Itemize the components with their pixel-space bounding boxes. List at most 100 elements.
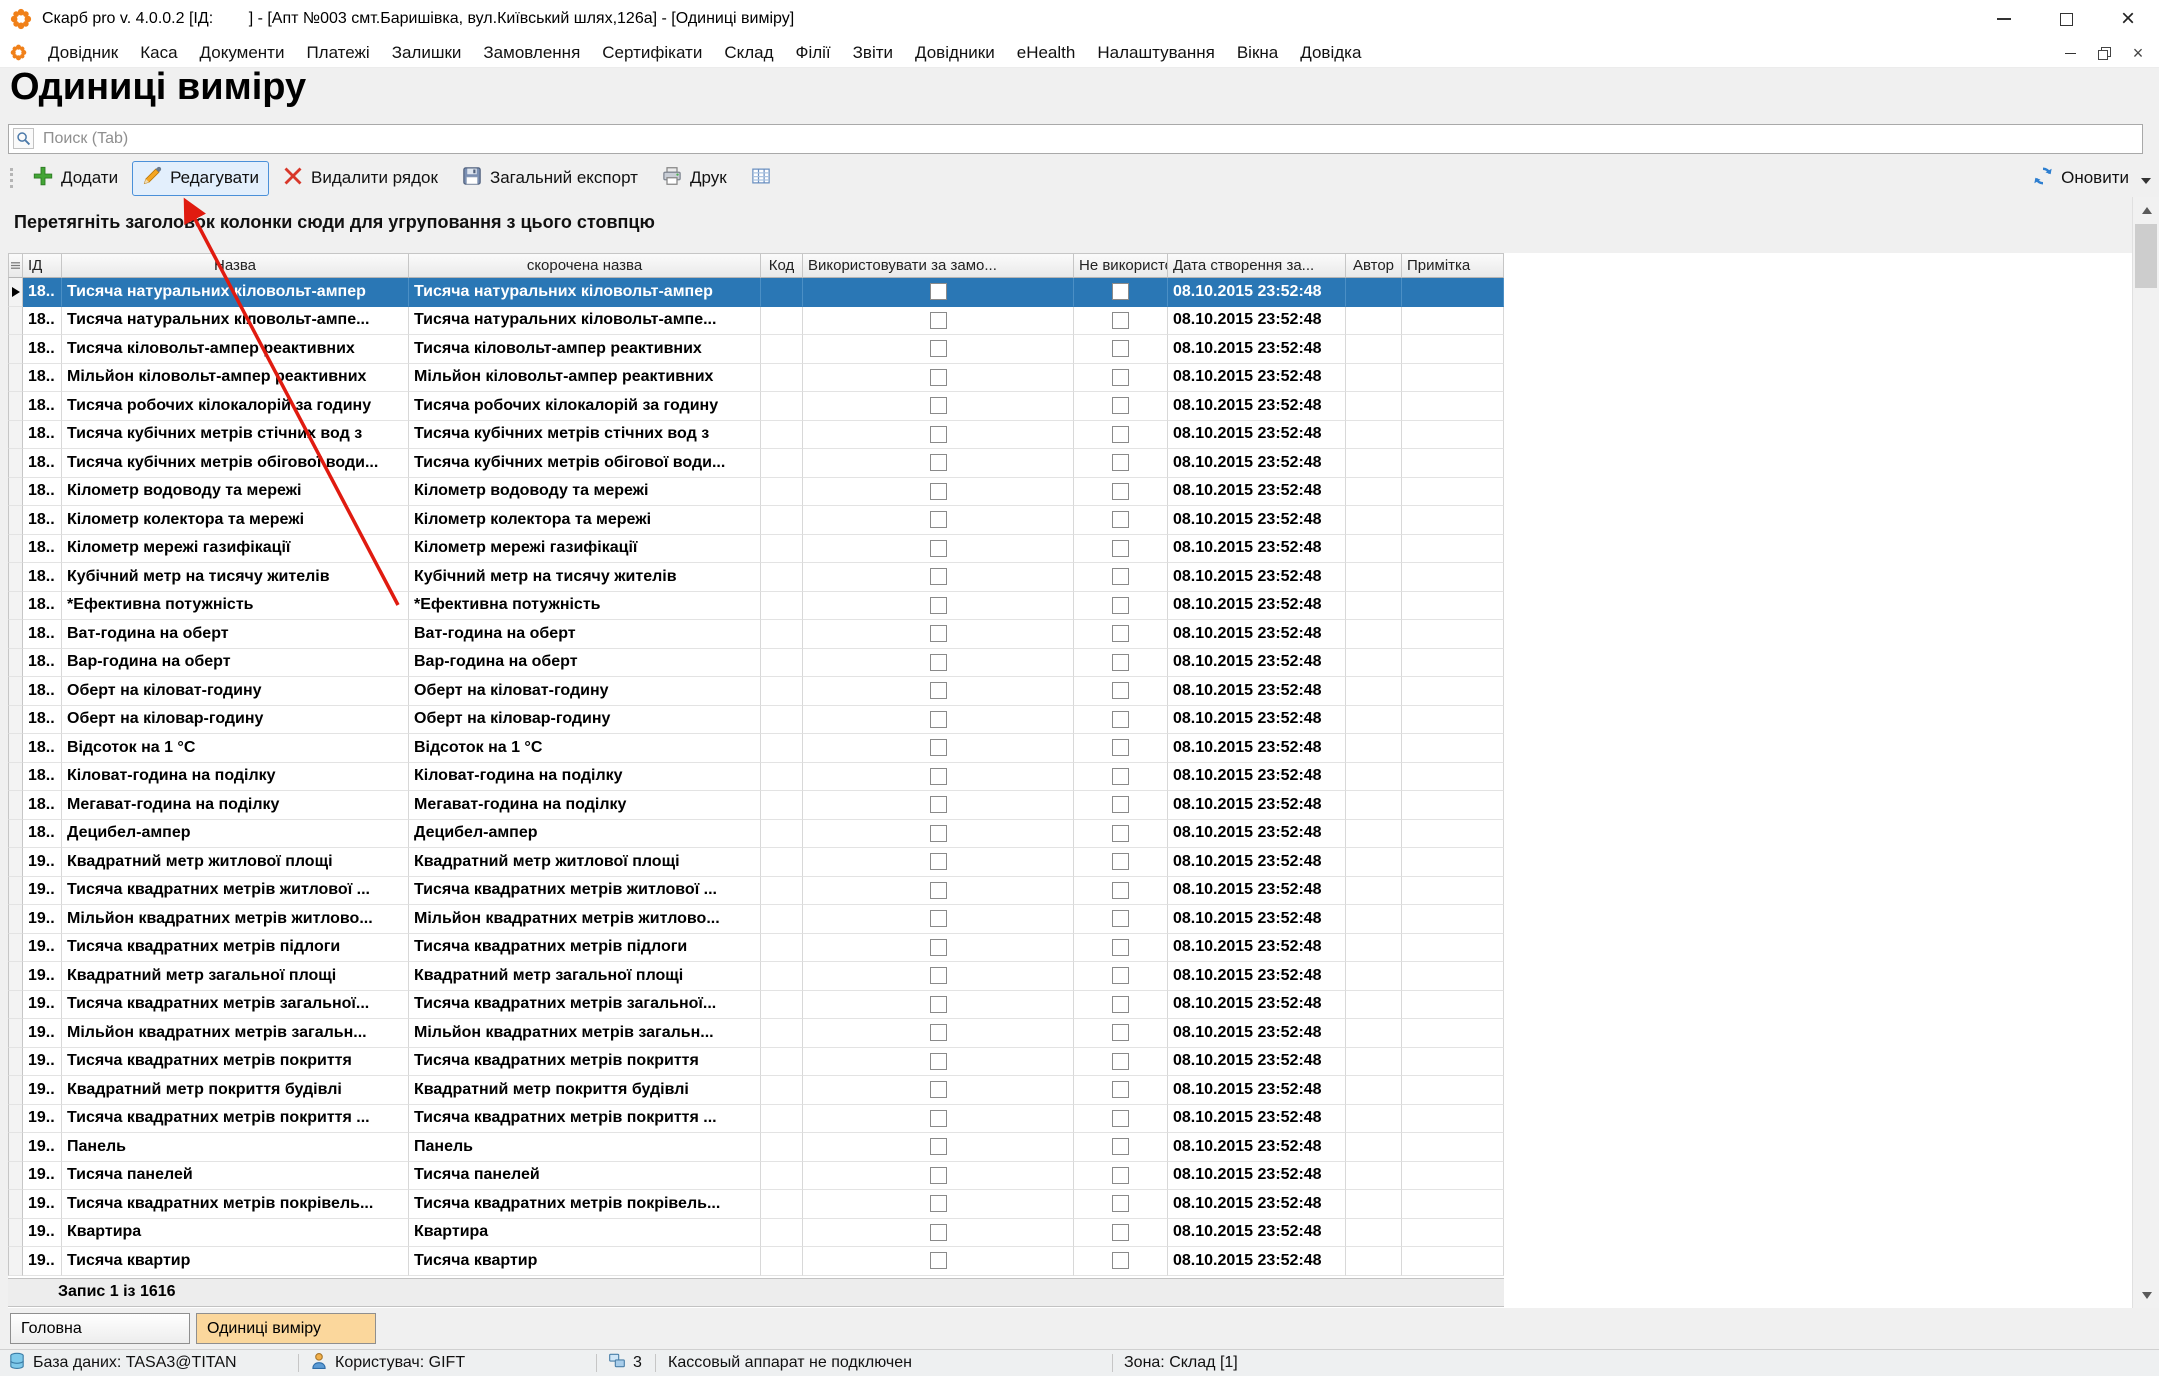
table-row[interactable]: 18..Децибел-амперДецибел-ампер08.10.2015… [8, 820, 2132, 849]
table-row[interactable]: 19..КвартираКвартира08.10.2015 23:52:48 [8, 1219, 2132, 1248]
checkbox[interactable] [1112, 511, 1129, 528]
checkbox[interactable] [930, 796, 947, 813]
export-button[interactable]: Загальний експорт [452, 161, 648, 196]
checkbox[interactable] [1112, 1195, 1129, 1212]
column-header-date[interactable]: Дата створення за... [1168, 253, 1346, 278]
table-row[interactable]: 18..Кіловат-година на поділкуКіловат-год… [8, 763, 2132, 792]
checkbox[interactable] [930, 625, 947, 642]
search-input[interactable] [9, 125, 2142, 153]
checkbox[interactable] [930, 312, 947, 329]
checkbox[interactable] [930, 426, 947, 443]
print-button[interactable]: Друк [652, 161, 737, 196]
checkbox[interactable] [1112, 283, 1129, 300]
checkbox[interactable] [1112, 939, 1129, 956]
column-header-author[interactable]: Автор [1346, 253, 1402, 278]
checkbox[interactable] [930, 1195, 947, 1212]
checkbox[interactable] [1112, 739, 1129, 756]
menu-item[interactable]: Довідник [37, 43, 129, 63]
checkbox[interactable] [930, 654, 947, 671]
column-header-id[interactable]: ІД [23, 253, 62, 278]
checkbox[interactable] [930, 711, 947, 728]
table-row[interactable]: 18..Оберт на кіловат-годинуОберт на кіло… [8, 677, 2132, 706]
checkbox[interactable] [1112, 597, 1129, 614]
menu-item[interactable]: Довідка [1289, 43, 1372, 63]
checkbox[interactable] [1112, 483, 1129, 500]
checkbox[interactable] [930, 597, 947, 614]
checkbox[interactable] [1112, 369, 1129, 386]
checkbox[interactable] [1112, 1081, 1129, 1098]
table-row[interactable]: 19..Тисяча квадратних метрів житлової ..… [8, 877, 2132, 906]
column-header-kod[interactable]: Код [761, 253, 803, 278]
checkbox[interactable] [930, 825, 947, 842]
menu-item[interactable]: Платежі [295, 43, 380, 63]
close-button[interactable]: × [2097, 0, 2159, 38]
scrollbar-thumb[interactable] [2135, 224, 2157, 288]
checkbox[interactable] [1112, 882, 1129, 899]
checkbox[interactable] [930, 1081, 947, 1098]
checkbox[interactable] [930, 1110, 947, 1127]
table-row[interactable]: 18..Кілометр водоводу та мережіКілометр … [8, 478, 2132, 507]
checkbox[interactable] [930, 1167, 947, 1184]
table-row[interactable]: 18..Тисяча кубічних метрів стічних вод з… [8, 421, 2132, 450]
table-row[interactable]: 19..Тисяча панелейТисяча панелей08.10.20… [8, 1162, 2132, 1191]
table-row[interactable]: 18..Ват-година на обертВат-година на обе… [8, 620, 2132, 649]
table-row[interactable]: 18..Тисяча натуральних кіловольт-амперТи… [8, 278, 2132, 307]
checkbox[interactable] [930, 1138, 947, 1155]
maximize-button[interactable] [2035, 0, 2097, 38]
checkbox[interactable] [1112, 967, 1129, 984]
menu-item[interactable]: Налаштування [1086, 43, 1226, 63]
table-row[interactable]: 19..Мільйон квадратних метрів загальн...… [8, 1019, 2132, 1048]
checkbox[interactable] [1112, 796, 1129, 813]
checkbox[interactable] [1112, 711, 1129, 728]
table-row[interactable]: 19..Тисяча квартирТисяча квартир08.10.20… [8, 1247, 2132, 1276]
table-row[interactable]: 18..Кілометр колектора та мережіКілометр… [8, 506, 2132, 535]
checkbox[interactable] [930, 853, 947, 870]
table-row[interactable]: 18..Тисяча кубічних метрів обігової води… [8, 449, 2132, 478]
edit-button[interactable]: Редагувати [132, 161, 269, 196]
checkbox[interactable] [1112, 682, 1129, 699]
checkbox[interactable] [1112, 1224, 1129, 1241]
mdi-minimize-button[interactable] [2057, 41, 2083, 65]
checkbox[interactable] [930, 768, 947, 785]
vertical-scrollbar[interactable] [2132, 197, 2159, 1308]
table-row[interactable]: 18..Мегават-година на поділкуМегават-год… [8, 791, 2132, 820]
checkbox[interactable] [930, 511, 947, 528]
scroll-up-button[interactable] [2133, 197, 2159, 223]
checkbox[interactable] [1112, 312, 1129, 329]
checkbox[interactable] [930, 340, 947, 357]
table-row[interactable]: 19..Квадратний метр загальної площіКвадр… [8, 962, 2132, 991]
checkbox[interactable] [1112, 1252, 1129, 1269]
checkbox[interactable] [1112, 1024, 1129, 1041]
checkbox[interactable] [1112, 568, 1129, 585]
table-row[interactable]: 19..Тисяча квадратних метрів покриття ..… [8, 1105, 2132, 1134]
checkbox[interactable] [1112, 1110, 1129, 1127]
checkbox[interactable] [930, 397, 947, 414]
checkbox[interactable] [1112, 426, 1129, 443]
menu-item[interactable]: eHealth [1006, 43, 1087, 63]
menu-item[interactable]: Документи [189, 43, 296, 63]
mdi-close-button[interactable]: × [2125, 41, 2151, 65]
checkbox[interactable] [930, 882, 947, 899]
column-header-short[interactable]: скорочена назва [409, 253, 761, 278]
column-header-name[interactable]: Назва [62, 253, 409, 278]
checkbox[interactable] [1112, 1053, 1129, 1070]
table-row[interactable]: 18..Відсоток на 1 °CВідсоток на 1 °C08.1… [8, 734, 2132, 763]
checkbox[interactable] [1112, 625, 1129, 642]
toolbar-overflow-icon[interactable] [2141, 178, 2151, 184]
table-row[interactable]: 18..Тисяча кіловольт-ампер реактивнихТис… [8, 335, 2132, 364]
checkbox[interactable] [930, 1252, 947, 1269]
checkbox[interactable] [930, 369, 947, 386]
menu-item[interactable]: Склад [713, 43, 784, 63]
refresh-button[interactable]: Оновити [2023, 161, 2139, 196]
checkbox[interactable] [1112, 454, 1129, 471]
checkbox[interactable] [1112, 654, 1129, 671]
table-row[interactable]: 18..Вар-година на обертВар-година на обе… [8, 649, 2132, 678]
add-button[interactable]: Додати [23, 161, 128, 196]
table-row[interactable]: 19..Тисяча квадратних метрів покрівель..… [8, 1190, 2132, 1219]
table-row[interactable]: 18..Кілометр мережі газифікаціїКілометр … [8, 535, 2132, 564]
mdi-restore-button[interactable] [2091, 41, 2117, 65]
table-row[interactable]: 18..*Ефективна потужність*Ефективна поту… [8, 592, 2132, 621]
tab-units-of-measure[interactable]: Одиниці виміру [196, 1313, 376, 1344]
checkbox[interactable] [1112, 540, 1129, 557]
delete-row-button[interactable]: Видалити рядок [273, 161, 448, 196]
